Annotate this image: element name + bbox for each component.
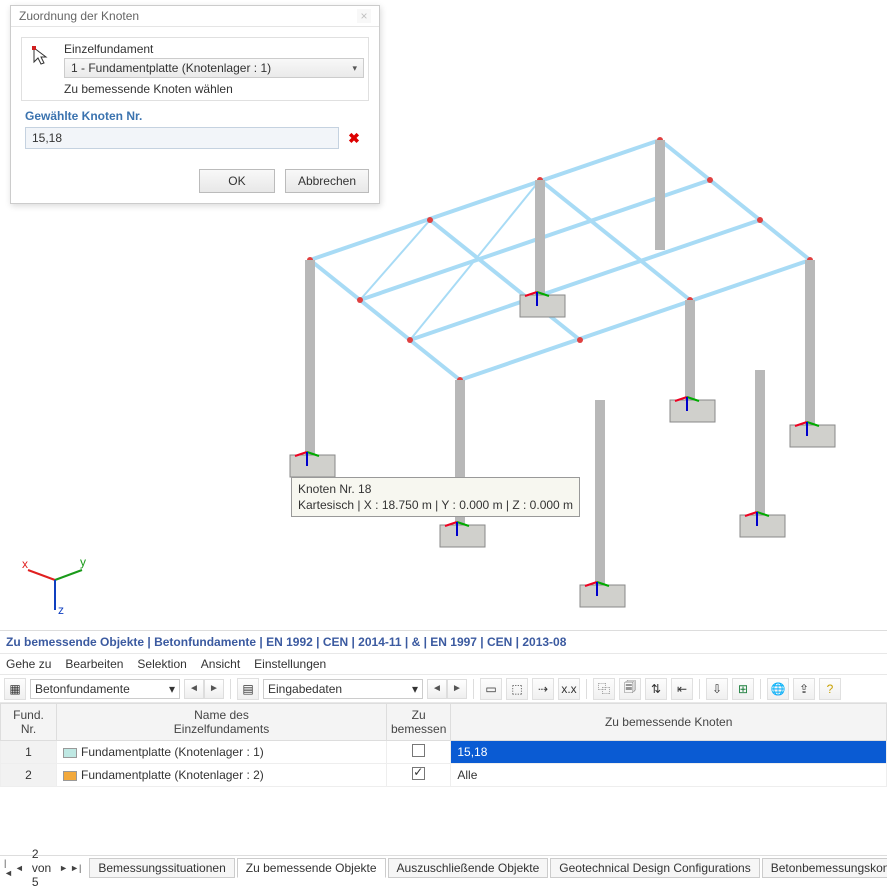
units-icon[interactable]: x.x [558,678,580,700]
menu-settings[interactable]: Einstellungen [254,657,326,671]
table-row[interactable]: 2 Fundamentplatte (Knotenlager : 2) Alle [1,764,887,787]
col-name[interactable]: Name desEinzelfundaments [57,704,387,741]
tab-pager: 2 von 5 [32,847,51,889]
help-icon[interactable]: ? [819,678,841,700]
foundation-icon: ▦ [4,678,26,700]
dialog-close-button[interactable]: × [357,9,371,23]
excel-icon[interactable]: ⊞ [732,678,754,700]
prev-object-button[interactable]: ◄ [184,679,204,699]
ok-button[interactable]: OK [199,169,275,193]
tooltip-line1: Knoten Nr. 18 [298,481,573,497]
color-swatch [63,748,77,758]
prev-tab-button[interactable]: ◄ [15,861,24,875]
panel-menubar: Gehe zu Bearbeiten Selektion Ansicht Ein… [0,654,887,675]
pick-cursor-icon [26,42,54,70]
design-checkbox[interactable] [412,767,425,780]
bottom-tabbar: |◄ ◄ 2 von 5 ► ►| Bemessungssituationen … [0,855,887,879]
select-lasso-icon[interactable]: ⬚ [506,678,528,700]
dialog-title: Zuordnung der Knoten [19,9,139,23]
copy-icon[interactable]: ⿻ [593,678,615,700]
object-type-combo[interactable]: Betonfundamente▾ [30,679,180,699]
chevron-down-icon: ▾ [352,63,357,74]
data-mode-combo[interactable]: Eingabedaten▾ [263,679,423,699]
next-data-button[interactable]: ► [447,679,467,699]
col-design[interactable]: Zubemessen [387,704,451,741]
import-icon[interactable]: ⇩ [706,678,728,700]
tab-objects-to-design[interactable]: Zu bemessende Objekte [237,858,386,878]
next-object-button[interactable]: ► [204,679,224,699]
panel-toolbar: ▦ Betonfundamente▾ ◄► ▤ Eingabedaten▾ ◄►… [0,675,887,703]
axis-triad: x y z [20,550,90,623]
globe-icon[interactable]: 🌐 [767,678,789,700]
menu-selection[interactable]: Selektion [137,657,186,671]
tab-design-situations[interactable]: Bemessungssituationen [89,858,234,878]
color-swatch [63,771,77,781]
menu-goto[interactable]: Gehe zu [6,657,51,671]
tooltip-line2: Kartesisch | X : 18.750 m | Y : 0.000 m … [298,497,573,513]
table-row[interactable]: 1 Fundamentplatte (Knotenlager : 1) 15,1… [1,741,887,764]
tab-objects-to-exclude[interactable]: Auszuschließende Objekte [388,858,549,878]
foundations-table: Fund.Nr. Name desEinzelfundaments Zubeme… [0,703,887,787]
clear-input-button[interactable]: ✖ [343,127,365,149]
selected-nodes-input[interactable]: 15,18 [25,127,339,149]
next-tab-button[interactable]: ► [59,861,68,875]
design-panel: Zu bemessende Objekte | Betonfundamente … [0,630,887,787]
data-icon: ▤ [237,678,259,700]
first-tab-button[interactable]: |◄ [4,861,13,875]
svg-text:x: x [22,557,28,571]
menu-view[interactable]: Ansicht [201,657,240,671]
menu-edit[interactable]: Bearbeiten [65,657,123,671]
select-hint: Zu bemessende Knoten wählen [64,82,364,96]
last-tab-button[interactable]: ►| [70,861,81,875]
cancel-button[interactable]: Abbrechen [285,169,369,193]
tab-concrete-config[interactable]: Betonbemessungskonfigurationen [762,858,887,878]
single-foundation-label: Einzelfundament [64,42,364,56]
svg-text:z: z [58,603,64,617]
sort-icon[interactable]: ⇅ [645,678,667,700]
col-nodes[interactable]: Zu bemessende Knoten [451,704,887,741]
selected-nodes-label: Gewählte Knoten Nr. [25,109,365,123]
select-window-icon[interactable]: ▭ [480,678,502,700]
node-tooltip: Knoten Nr. 18 Kartesisch | X : 18.750 m … [291,477,580,517]
svg-text:y: y [80,555,86,569]
tab-geotechnical-config[interactable]: Geotechnical Design Configurations [550,858,759,878]
dialog-titlebar[interactable]: Zuordnung der Knoten × [11,6,379,27]
export-icon[interactable]: ⇪ [793,678,815,700]
filter-icon[interactable]: ⇢ [532,678,554,700]
design-checkbox[interactable] [412,744,425,757]
nodes-cell[interactable]: Alle [451,764,887,787]
clipboard-icon[interactable]: 🗐 [619,678,641,700]
node-assignment-dialog: Zuordnung der Knoten × Einzelfundament 1… [10,5,380,204]
compress-icon[interactable]: ⇤ [671,678,693,700]
panel-title: Zu bemessende Objekte | Betonfundamente … [0,631,887,654]
foundation-select[interactable]: 1 - Fundamentplatte (Knotenlager : 1) ▾ [64,58,364,78]
prev-data-button[interactable]: ◄ [427,679,447,699]
col-number[interactable]: Fund.Nr. [1,704,57,741]
nodes-cell-selected[interactable]: 15,18 [451,741,887,764]
